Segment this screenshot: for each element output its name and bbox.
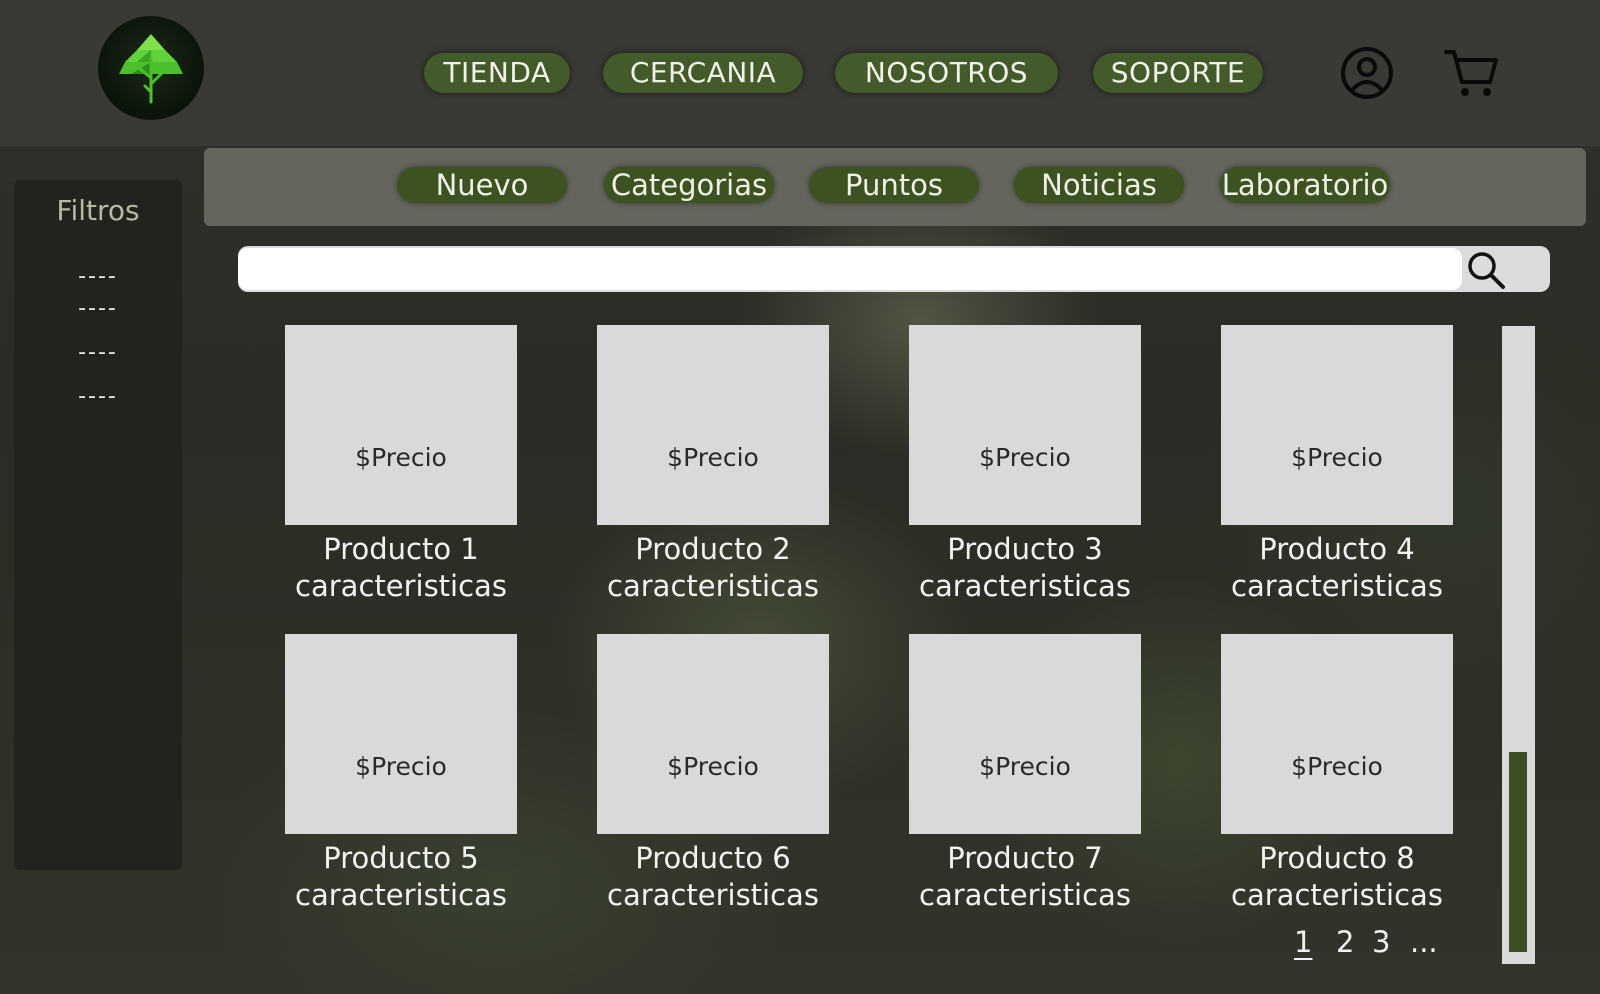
filter-item[interactable]: ---- xyxy=(14,384,182,409)
filter-item[interactable]: ---- xyxy=(14,296,182,321)
product-desc: caracteristicas xyxy=(607,878,819,912)
nav-tienda[interactable]: TIENDA xyxy=(424,53,570,93)
product-price: $Precio xyxy=(355,443,447,472)
subnav-laboratorio[interactable]: Laboratorio xyxy=(1220,167,1390,203)
product-name: Producto 7 xyxy=(947,841,1103,875)
product-name: Producto 8 xyxy=(1259,841,1415,875)
tree-logo-icon[interactable] xyxy=(98,16,204,120)
product-price: $Precio xyxy=(979,752,1071,781)
product-name: Producto 2 xyxy=(635,532,791,566)
nav-soporte[interactable]: SOPORTE xyxy=(1093,53,1263,93)
tree-logo-graphic xyxy=(119,34,183,104)
scrollbar-thumb[interactable] xyxy=(1509,752,1527,952)
page-2[interactable]: 2 xyxy=(1336,924,1354,960)
product-name: Producto 6 xyxy=(635,841,791,875)
search-icon[interactable] xyxy=(1466,250,1506,290)
product-image[interactable]: $Precio xyxy=(597,325,829,525)
nav-nosotros[interactable]: NOSOTROS xyxy=(835,53,1058,93)
product-image[interactable]: $Precio xyxy=(1221,634,1453,834)
product-name: Producto 1 xyxy=(323,532,479,566)
product-desc: caracteristicas xyxy=(919,569,1131,603)
product-card[interactable]: $Precio Producto 7 caracteristicas xyxy=(909,634,1141,914)
product-card[interactable]: $Precio Producto 3 caracteristicas xyxy=(909,325,1141,605)
product-card[interactable]: $Precio Producto 2 caracteristicas xyxy=(597,325,829,605)
product-image[interactable]: $Precio xyxy=(1221,325,1453,525)
page-3[interactable]: 3 xyxy=(1372,924,1390,960)
product-price: $Precio xyxy=(979,443,1071,472)
product-desc: caracteristicas xyxy=(919,878,1131,912)
product-name: Producto 5 xyxy=(323,841,479,875)
product-desc: caracteristicas xyxy=(295,569,507,603)
product-price: $Precio xyxy=(667,443,759,472)
filters-title: Filtros xyxy=(56,194,140,227)
product-price: $Precio xyxy=(667,752,759,781)
nav-cercania[interactable]: CERCANIA xyxy=(603,53,803,93)
subnav-categorias[interactable]: Categorias xyxy=(604,167,774,203)
product-price: $Precio xyxy=(1291,752,1383,781)
product-name: Producto 3 xyxy=(947,532,1103,566)
user-icon[interactable] xyxy=(1338,44,1396,102)
product-image[interactable]: $Precio xyxy=(909,634,1141,834)
product-desc: caracteristicas xyxy=(295,878,507,912)
filter-item[interactable]: ---- xyxy=(14,340,182,365)
product-price: $Precio xyxy=(355,752,447,781)
product-image[interactable]: $Precio xyxy=(909,325,1141,525)
product-card[interactable]: $Precio Producto 8 caracteristicas xyxy=(1221,634,1453,914)
product-price: $Precio xyxy=(1291,443,1383,472)
subnav-nuevo[interactable]: Nuevo xyxy=(397,167,567,203)
product-desc: caracteristicas xyxy=(1231,878,1443,912)
product-card[interactable]: $Precio Producto 6 caracteristicas xyxy=(597,634,829,914)
filter-item[interactable]: ---- xyxy=(14,264,182,289)
product-card[interactable]: $Precio Producto 4 caracteristicas xyxy=(1221,325,1453,605)
search-input[interactable] xyxy=(238,248,1462,290)
product-card[interactable]: $Precio Producto 5 caracteristicas xyxy=(285,634,517,914)
product-desc: caracteristicas xyxy=(1231,569,1443,603)
product-image[interactable]: $Precio xyxy=(285,325,517,525)
search-bar xyxy=(238,246,1550,292)
subnav-noticias[interactable]: Noticias xyxy=(1014,167,1184,203)
page-more[interactable]: ... xyxy=(1410,924,1438,960)
filters-sidebar: Filtros ---- ---- ---- ---- xyxy=(14,180,182,870)
product-image[interactable]: $Precio xyxy=(285,634,517,834)
subnav-puntos[interactable]: Puntos xyxy=(809,167,979,203)
product-desc: caracteristicas xyxy=(607,569,819,603)
product-image[interactable]: $Precio xyxy=(597,634,829,834)
cart-icon[interactable] xyxy=(1442,44,1500,102)
product-name: Producto 4 xyxy=(1259,532,1415,566)
product-card[interactable]: $Precio Producto 1 caracteristicas xyxy=(285,325,517,605)
page-1[interactable]: 1 xyxy=(1294,924,1312,960)
